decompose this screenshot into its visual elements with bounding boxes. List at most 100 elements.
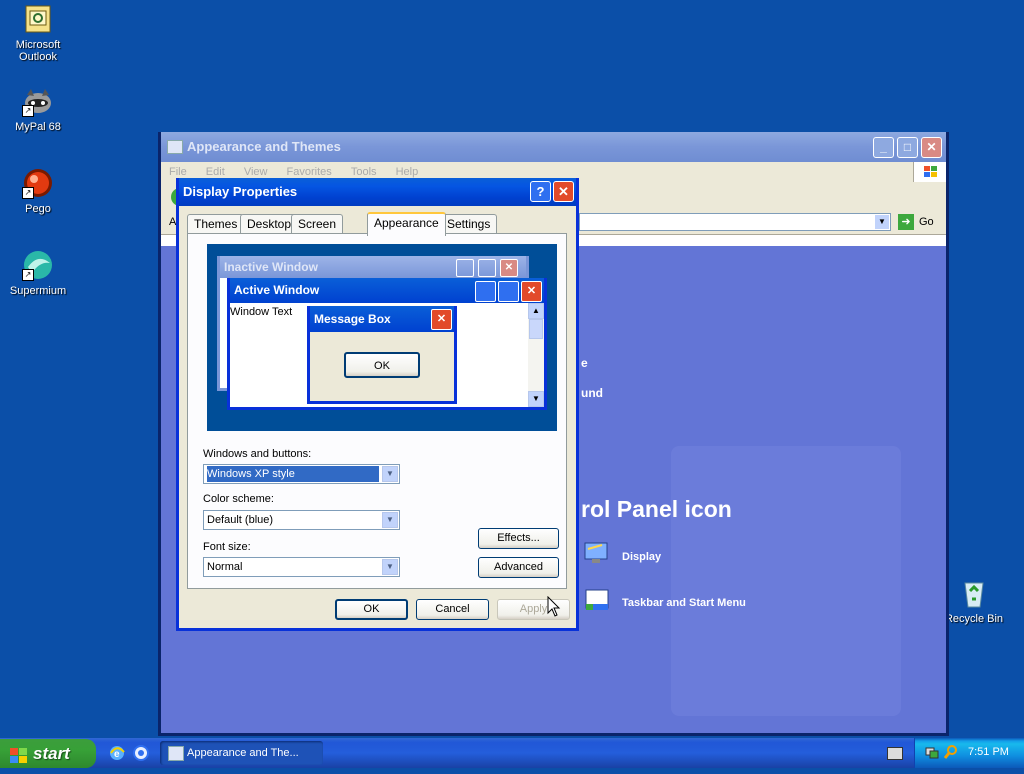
section-heading: rol Panel icon — [581, 496, 732, 522]
desktop-icon-mypal[interactable]: ↗ MyPal 68 — [0, 85, 76, 133]
menu-view[interactable]: View — [244, 166, 268, 178]
tab-themes[interactable]: Themes — [187, 214, 245, 234]
task-label: Appearance and The... — [187, 747, 299, 759]
windows-buttons-label: Windows and buttons: — [203, 448, 312, 460]
shortcut-arrow-icon: ↗ — [22, 187, 34, 199]
windows-logo-icon — [913, 162, 946, 182]
menu-help[interactable]: Help — [396, 166, 419, 178]
ok-button[interactable]: OK — [335, 599, 408, 620]
taskbar-start-menu-link[interactable]: Taskbar and Start Menu — [622, 597, 746, 609]
desktop-icon-label: Supermium — [9, 285, 67, 297]
outlook-icon — [22, 3, 54, 35]
chevron-down-icon[interactable]: ▼ — [875, 215, 889, 229]
search-tray-icon[interactable] — [943, 744, 959, 760]
preview-message-box: Message Box ✕ OK — [307, 306, 457, 404]
font-size-select[interactable]: Normal ▼ — [203, 557, 400, 577]
display-link[interactable]: Display — [622, 551, 661, 563]
partial-text: und — [581, 386, 603, 400]
tab-settings[interactable]: Settings — [440, 214, 498, 234]
mouse-cursor-icon — [547, 596, 561, 617]
dialog-title: Display Properties — [183, 184, 298, 199]
network-tray-icon[interactable] — [925, 745, 939, 759]
display-icon — [584, 541, 610, 565]
menu-favorites[interactable]: Favorites — [287, 166, 332, 178]
chevron-down-icon[interactable]: ▼ — [382, 512, 398, 528]
display-properties-dialog: Display Properties ? ✕ Themes Desktop Sc… — [176, 178, 579, 631]
cancel-button[interactable]: Cancel — [416, 599, 489, 620]
pego-icon: ↗ — [22, 167, 54, 199]
svg-text:e: e — [114, 749, 120, 760]
system-tray: 7:51 PM — [914, 738, 1024, 768]
font-size-label: Font size: — [203, 541, 251, 553]
message-box-title: Message Box — [314, 312, 391, 326]
desktop-icon-label: Pego — [25, 203, 51, 215]
keyboard-icon[interactable] — [887, 747, 903, 760]
address-input[interactable]: ▼ — [579, 213, 891, 231]
recycle-bin-icon — [958, 577, 990, 609]
scroll-thumb — [529, 319, 543, 339]
minimize-button[interactable]: _ — [873, 137, 894, 158]
mypal-raccoon-icon: ↗ — [22, 85, 54, 117]
dialog-titlebar[interactable]: Display Properties ? ✕ — [179, 178, 576, 206]
color-scheme-select[interactable]: Default (blue) ▼ — [203, 510, 400, 530]
font-size-value: Normal — [207, 561, 243, 573]
taskbar-icon — [584, 586, 612, 614]
scroll-up-icon: ▲ — [528, 303, 544, 319]
color-scheme-label: Color scheme: — [203, 493, 274, 505]
windows-flag-icon — [10, 745, 28, 763]
inactive-title: Inactive Window — [224, 260, 318, 274]
effects-button[interactable]: Effects... — [478, 528, 559, 549]
chevron-down-icon[interactable]: ▼ — [382, 466, 398, 482]
inactive-titlebar: Inactive Window ✕ — [220, 256, 526, 278]
scroll-down-icon: ▼ — [528, 391, 544, 407]
watermark — [671, 446, 901, 716]
start-label: start — [33, 744, 70, 763]
control-panel-icon — [168, 746, 184, 761]
desktop-icon-supermium[interactable]: ↗ Supermium — [0, 249, 76, 297]
color-scheme-value: Default (blue) — [207, 514, 274, 526]
menu-edit[interactable]: Edit — [206, 166, 225, 178]
close-icon: ✕ — [521, 281, 542, 302]
help-button[interactable]: ? — [530, 181, 551, 202]
tab-appearance[interactable]: Appearance — [367, 212, 446, 236]
desktop-icon-pego[interactable]: ↗ Pego — [0, 167, 76, 215]
maximize-icon — [478, 259, 496, 277]
close-button[interactable]: ✕ — [921, 137, 942, 158]
supermium-icon: ↗ — [22, 249, 54, 281]
desktop-icon-outlook[interactable]: Microsoft Outlook — [0, 3, 76, 63]
start-button[interactable]: start — [0, 739, 96, 768]
advanced-button[interactable]: Advanced — [478, 557, 559, 578]
close-icon: ✕ — [500, 259, 518, 277]
windows-buttons-select[interactable]: Windows XP style ▼ — [203, 464, 400, 484]
desktop-icon-label: MyPal 68 — [15, 121, 61, 133]
taskbar-task-appearance[interactable]: Appearance and The... — [160, 741, 323, 765]
chevron-down-icon[interactable]: ▼ — [382, 559, 398, 575]
tab-screen-saver[interactable]: Screen Saver — [291, 214, 344, 249]
close-button[interactable]: ✕ — [553, 181, 574, 202]
go-arrow-icon[interactable]: ➜ — [898, 214, 914, 230]
window-title: Appearance and Themes — [187, 139, 341, 154]
active-titlebar: Active Window ✕ — [230, 278, 544, 303]
maximize-icon — [498, 281, 519, 302]
menu-file[interactable]: File — [169, 166, 187, 178]
tab-desktop[interactable]: Desktop — [240, 214, 299, 234]
minimize-icon — [456, 259, 474, 277]
maximize-button[interactable]: □ — [897, 137, 918, 158]
shortcut-arrow-icon: ↗ — [22, 105, 34, 117]
go-button[interactable]: Go — [919, 216, 934, 228]
window-titlebar[interactable]: Appearance and Themes _ □ ✕ — [161, 132, 946, 162]
minimize-icon — [475, 281, 496, 302]
message-box-titlebar: Message Box ✕ — [310, 306, 454, 332]
desktop-icon-label: Microsoft Outlook — [15, 39, 61, 63]
control-panel-icon — [167, 140, 183, 154]
clock[interactable]: 7:51 PM — [968, 746, 1009, 758]
menu-tools[interactable]: Tools — [351, 166, 377, 178]
message-box-ok-button: OK — [344, 352, 420, 378]
appearance-panel: Inactive Window ✕ Active Window ✕ Window… — [187, 233, 567, 589]
partial-text: e — [581, 356, 588, 370]
windows-buttons-value: Windows XP style — [206, 465, 380, 483]
ie-quicklaunch-icon[interactable]: e — [108, 744, 126, 762]
window-text: Window Text — [230, 306, 293, 318]
taskbar — [0, 738, 1024, 768]
browser-quicklaunch-icon[interactable] — [132, 744, 150, 762]
